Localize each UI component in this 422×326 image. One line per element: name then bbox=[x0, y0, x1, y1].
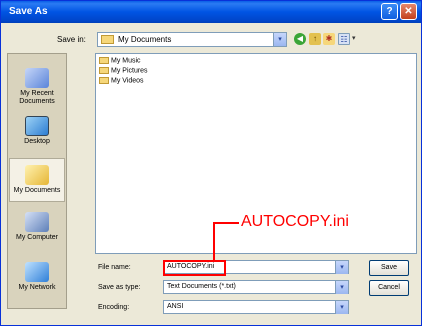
save-in-value: My Documents bbox=[118, 35, 172, 44]
places-bar: My Recent Documents Desktop My Documents… bbox=[7, 53, 67, 309]
save-as-type-select[interactable]: Text Documents (*.txt) bbox=[163, 280, 349, 294]
chevron-down-icon[interactable]: ▾ bbox=[335, 301, 348, 314]
dialog-title: Save As bbox=[9, 6, 48, 17]
list-item[interactable]: My Pictures bbox=[99, 67, 148, 74]
title-bar: Save As ? ✕ bbox=[1, 1, 421, 23]
save-button[interactable]: Save bbox=[369, 260, 409, 276]
place-my-documents[interactable]: My Documents bbox=[9, 158, 65, 202]
save-as-type-label: Save as type: bbox=[98, 284, 141, 291]
place-my-network[interactable]: My Network bbox=[9, 262, 65, 292]
chevron-down-icon[interactable]: ▾ bbox=[273, 33, 286, 46]
place-desktop[interactable]: Desktop bbox=[9, 116, 65, 146]
views-dropdown-icon[interactable]: ▾ bbox=[352, 34, 356, 42]
annotation-highlight-box bbox=[163, 260, 226, 276]
new-folder-icon[interactable]: ✱ bbox=[323, 33, 335, 45]
annotation-line-horizontal bbox=[213, 222, 239, 224]
help-button[interactable]: ? bbox=[381, 3, 398, 20]
place-label: Desktop bbox=[24, 138, 50, 145]
save-in-label: Save in: bbox=[57, 35, 86, 44]
close-button[interactable]: ✕ bbox=[400, 3, 417, 20]
chevron-down-icon[interactable]: ▾ bbox=[335, 261, 348, 274]
folder-icon bbox=[99, 57, 109, 64]
place-my-recent-documents[interactable]: My Recent Documents bbox=[9, 68, 65, 106]
encoding-label: Encoding: bbox=[98, 304, 130, 311]
up-folder-icon[interactable]: ↑ bbox=[309, 33, 321, 45]
annotation-label: AUTOCOPY.ini bbox=[241, 213, 349, 230]
views-menu-icon[interactable]: ☷ bbox=[338, 33, 350, 45]
list-item[interactable]: My Videos bbox=[99, 77, 144, 84]
folder-icon bbox=[99, 77, 109, 84]
annotation-line-vertical bbox=[213, 222, 215, 261]
encoding-value: ANSI bbox=[167, 303, 184, 310]
save-in-combo[interactable]: My Documents ▾ bbox=[97, 32, 287, 47]
list-item[interactable]: My Music bbox=[99, 57, 141, 64]
folder-icon bbox=[99, 67, 109, 74]
my-documents-icon bbox=[25, 165, 49, 185]
place-my-computer[interactable]: My Computer bbox=[9, 212, 65, 242]
place-label: My Documents bbox=[13, 187, 61, 194]
back-icon[interactable]: ◀ bbox=[294, 33, 306, 45]
file-name: My Music bbox=[111, 57, 141, 65]
place-label: My Network bbox=[18, 284, 56, 291]
encoding-select[interactable]: ANSI bbox=[163, 300, 349, 314]
place-label: My Recent Documents bbox=[19, 90, 55, 105]
cancel-button[interactable]: Cancel bbox=[369, 280, 409, 296]
folder-icon bbox=[101, 35, 114, 44]
save-as-dialog: Save As ? ✕ Save in: My Documents ▾ ◀ ↑ … bbox=[0, 0, 422, 326]
my-network-icon bbox=[25, 262, 49, 282]
file-name: My Pictures bbox=[111, 67, 148, 75]
my-computer-icon bbox=[25, 212, 49, 232]
recent-documents-icon bbox=[25, 68, 49, 88]
file-name-label: File name: bbox=[98, 264, 131, 271]
desktop-icon bbox=[25, 116, 49, 136]
chevron-down-icon[interactable]: ▾ bbox=[335, 281, 348, 294]
save-as-type-value: Text Documents (*.txt) bbox=[167, 283, 236, 290]
file-name: My Videos bbox=[111, 77, 144, 85]
place-label: My Computer bbox=[15, 234, 58, 241]
